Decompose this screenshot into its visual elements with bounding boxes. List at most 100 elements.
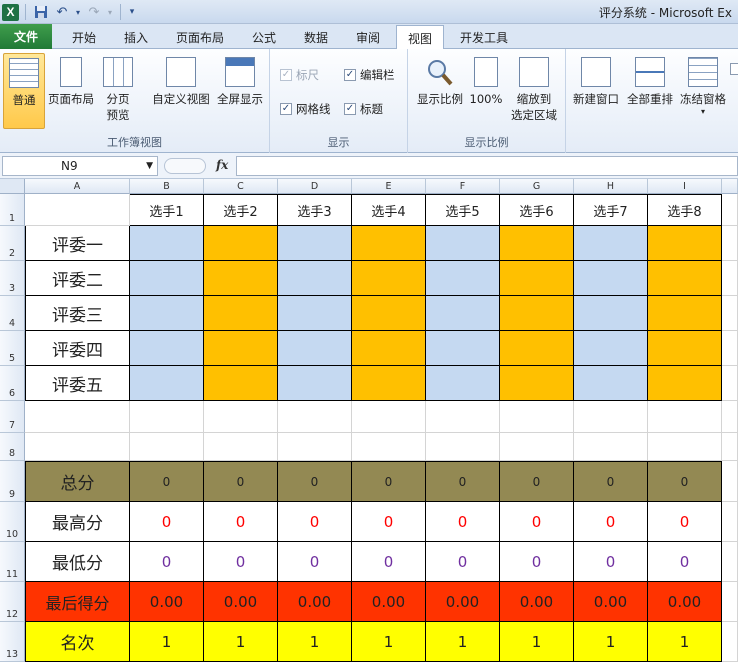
redo-icon[interactable]: ↷	[85, 3, 103, 21]
summary-value-total[interactable]: 0	[204, 461, 278, 502]
empty-cell[interactable]	[574, 433, 648, 461]
score-cell[interactable]	[574, 296, 648, 331]
empty-cell[interactable]	[204, 401, 278, 433]
empty-cell[interactable]	[352, 401, 426, 433]
summary-value-max[interactable]: 0	[426, 502, 500, 542]
summary-value-max[interactable]: 0	[204, 502, 278, 542]
column-header-i[interactable]: I	[648, 179, 722, 194]
summary-value-final[interactable]: 0.00	[204, 582, 278, 622]
summary-value-final[interactable]: 0.00	[426, 582, 500, 622]
summary-value-total[interactable]: 0	[278, 461, 352, 502]
score-cell[interactable]	[130, 261, 204, 296]
score-cell[interactable]	[500, 296, 574, 331]
summary-label-rank[interactable]: 名次	[25, 622, 130, 662]
zoom-to-selection-button[interactable]: 缩放到 选定区域	[506, 57, 562, 123]
player-header[interactable]: 选手6	[500, 194, 574, 226]
summary-value-rank[interactable]: 1	[426, 622, 500, 662]
score-cell[interactable]	[278, 261, 352, 296]
column-header-j[interactable]	[722, 179, 738, 194]
empty-cell[interactable]	[722, 401, 738, 433]
name-box-dropdown-icon[interactable]: ▼	[146, 157, 153, 175]
column-header-a[interactable]: A	[25, 179, 130, 194]
score-cell[interactable]	[352, 226, 426, 261]
summary-value-max[interactable]: 0	[278, 502, 352, 542]
score-cell[interactable]	[648, 261, 722, 296]
summary-value-rank[interactable]: 1	[278, 622, 352, 662]
summary-value-rank[interactable]: 1	[574, 622, 648, 662]
tab-data[interactable]: 数据	[290, 25, 342, 49]
score-cell[interactable]	[278, 366, 352, 401]
empty-cell[interactable]	[648, 433, 722, 461]
score-cell[interactable]	[204, 366, 278, 401]
score-cell[interactable]	[426, 296, 500, 331]
summary-value-max[interactable]: 0	[574, 502, 648, 542]
empty-cell[interactable]	[426, 401, 500, 433]
tab-review[interactable]: 审阅	[342, 25, 394, 49]
summary-value-min[interactable]: 0	[130, 542, 204, 582]
customize-qat-icon[interactable]: ▾	[127, 3, 137, 21]
score-cell[interactable]	[130, 366, 204, 401]
empty-cell[interactable]	[130, 433, 204, 461]
score-cell[interactable]	[500, 366, 574, 401]
summary-value-rank[interactable]: 1	[500, 622, 574, 662]
redo-dropdown-icon[interactable]: ▾	[106, 3, 114, 21]
summary-value-final[interactable]: 0.00	[648, 582, 722, 622]
score-cell[interactable]	[352, 366, 426, 401]
custom-views-button[interactable]: 自定义视图	[148, 57, 214, 107]
empty-cell[interactable]	[722, 261, 738, 296]
empty-cell[interactable]	[722, 366, 738, 401]
row-header-11[interactable]: 11	[0, 542, 25, 582]
player-header[interactable]: 选手2	[204, 194, 278, 226]
summary-value-total[interactable]: 0	[648, 461, 722, 502]
empty-cell[interactable]	[278, 401, 352, 433]
empty-cell[interactable]	[278, 433, 352, 461]
score-cell[interactable]	[500, 226, 574, 261]
score-cell[interactable]	[204, 226, 278, 261]
score-cell[interactable]	[352, 261, 426, 296]
empty-cell[interactable]	[722, 194, 738, 226]
page-layout-view-button[interactable]: 页面布局	[46, 57, 96, 107]
empty-cell[interactable]	[648, 401, 722, 433]
summary-value-min[interactable]: 0	[648, 542, 722, 582]
summary-value-final[interactable]: 0.00	[500, 582, 574, 622]
tab-formulas[interactable]: 公式	[238, 25, 290, 49]
column-header-f[interactable]: F	[426, 179, 500, 194]
column-header-h[interactable]: H	[574, 179, 648, 194]
column-header-d[interactable]: D	[278, 179, 352, 194]
row-header-8[interactable]: 8	[0, 433, 25, 461]
player-header[interactable]: 选手5	[426, 194, 500, 226]
empty-cell[interactable]	[204, 433, 278, 461]
tab-file[interactable]: 文件	[0, 24, 52, 49]
full-screen-button[interactable]: 全屏显示	[214, 57, 266, 107]
empty-cell[interactable]	[25, 401, 130, 433]
empty-cell[interactable]	[722, 542, 738, 582]
score-cell[interactable]	[500, 261, 574, 296]
summary-value-min[interactable]: 0	[352, 542, 426, 582]
score-cell[interactable]	[648, 366, 722, 401]
empty-cell[interactable]	[722, 226, 738, 261]
row-header-4[interactable]: 4	[0, 296, 25, 331]
summary-value-min[interactable]: 0	[500, 542, 574, 582]
split-checkbox[interactable]	[730, 63, 738, 75]
score-cell[interactable]	[426, 331, 500, 366]
judge-label[interactable]: 评委二	[25, 261, 130, 296]
summary-value-max[interactable]: 0	[130, 502, 204, 542]
score-cell[interactable]	[426, 366, 500, 401]
row-header-9[interactable]: 9	[0, 461, 25, 502]
summary-value-rank[interactable]: 1	[130, 622, 204, 662]
summary-value-total[interactable]: 0	[352, 461, 426, 502]
summary-value-rank[interactable]: 1	[352, 622, 426, 662]
undo-dropdown-icon[interactable]: ▾	[74, 3, 82, 21]
summary-label-total[interactable]: 总分	[25, 461, 130, 502]
zoom-button[interactable]: 显示比例	[412, 57, 468, 107]
score-cell[interactable]	[130, 331, 204, 366]
player-header[interactable]: 选手1	[130, 194, 204, 226]
empty-cell[interactable]	[574, 401, 648, 433]
row-header-6[interactable]: 6	[0, 366, 25, 401]
tab-insert[interactable]: 插入	[110, 25, 162, 49]
score-cell[interactable]	[648, 226, 722, 261]
row-header-7[interactable]: 7	[0, 401, 25, 433]
row-header-13[interactable]: 13	[0, 622, 25, 662]
page-break-preview-button[interactable]: 分页 预览	[98, 57, 138, 123]
summary-label-min[interactable]: 最低分	[25, 542, 130, 582]
